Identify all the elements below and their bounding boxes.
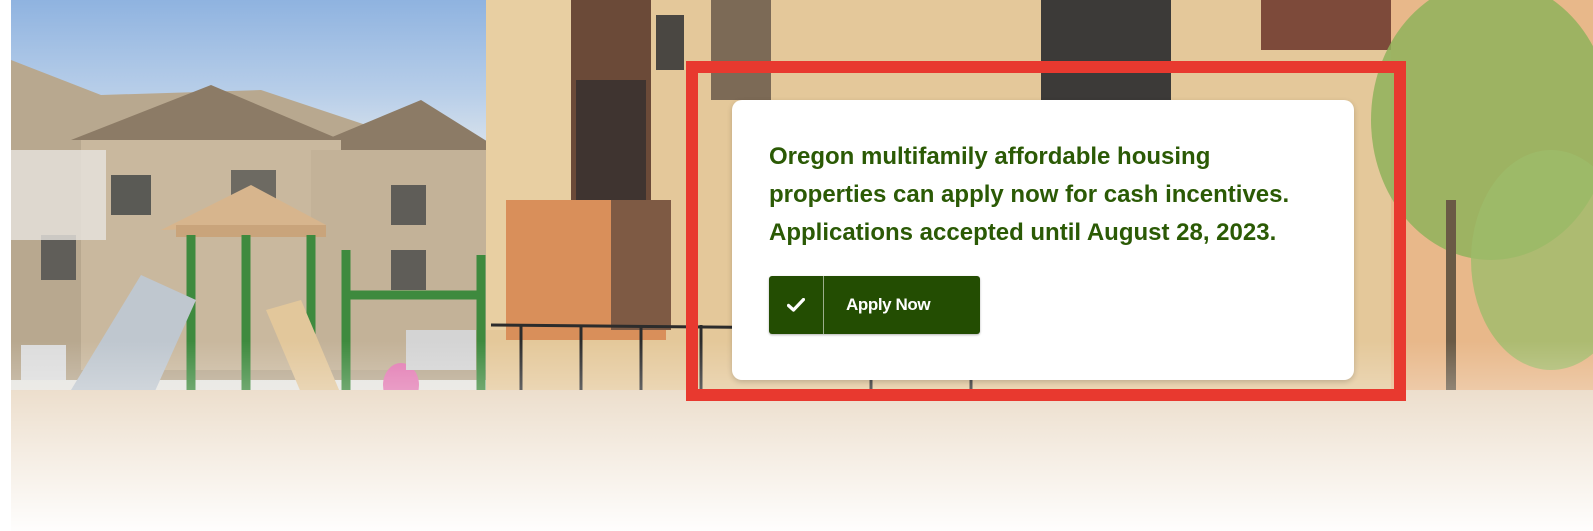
promo-card: Oregon multifamily affordable housing pr… [732, 100, 1354, 380]
apply-now-label: Apply Now [846, 295, 931, 314]
apply-now-button[interactable]: Apply Now [769, 276, 980, 334]
promo-line-1: Oregon multifamily affordable housing [769, 143, 1211, 170]
checkmark-icon [769, 276, 824, 334]
promo-line-3: Applications accepted until August 28, 2… [769, 219, 1277, 246]
promo-line-2: properties can apply now for cash incent… [769, 181, 1290, 208]
promo-text: Oregon multifamily affordable housing pr… [769, 138, 1334, 252]
